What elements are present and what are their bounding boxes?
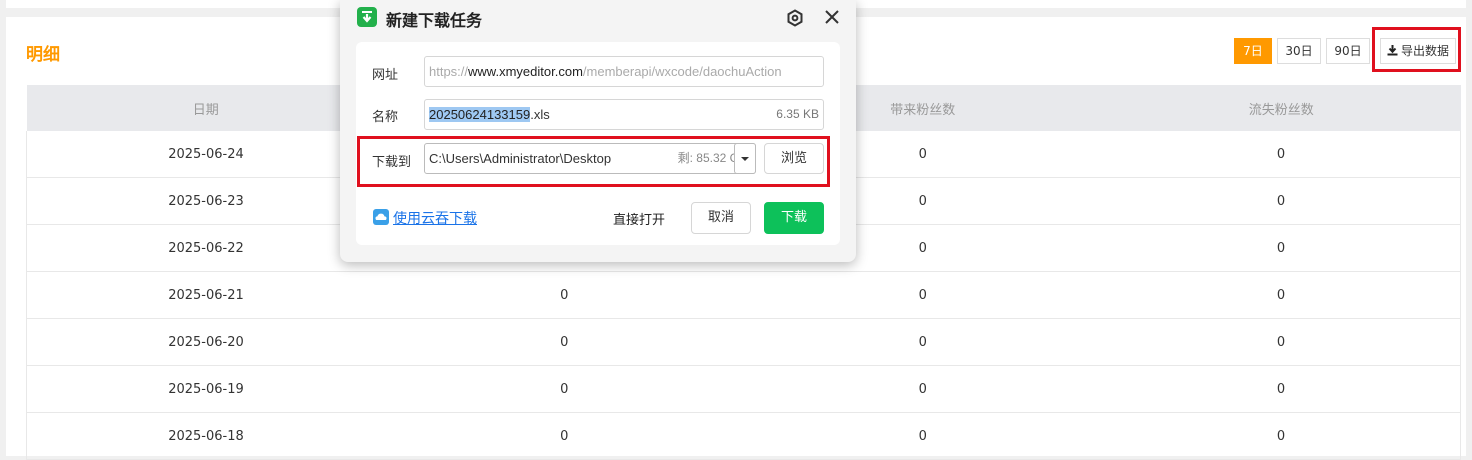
header-fans-lost: 流失粉丝数 bbox=[1102, 85, 1461, 131]
open-directly-button[interactable]: 直接打开 bbox=[613, 209, 665, 228]
settings-gear-icon[interactable] bbox=[786, 9, 804, 27]
value-cell: 0 bbox=[1102, 365, 1461, 413]
value-cell: 0 bbox=[385, 318, 744, 366]
range-7-days-button[interactable]: 7日 bbox=[1234, 38, 1272, 64]
export-label: 导出数据 bbox=[1400, 44, 1449, 58]
url-field[interactable]: https://www.xmyeditor.com/memberapi/wxco… bbox=[424, 56, 824, 87]
browse-button[interactable]: 浏览 bbox=[764, 143, 824, 174]
value-cell: 0 bbox=[1102, 177, 1461, 225]
value-cell: 0 bbox=[1102, 131, 1461, 178]
table-row: 2025-06-18 0 0 0 bbox=[26, 412, 1461, 460]
table-row: 2025-06-21 0 0 0 bbox=[26, 271, 1461, 319]
save-to-label: 下载到 bbox=[372, 155, 412, 170]
date-cell: 2025-06-21 bbox=[26, 271, 385, 319]
value-cell: 0 bbox=[1102, 271, 1461, 319]
date-cell: 2025-06-23 bbox=[26, 177, 385, 225]
download-icon bbox=[1387, 45, 1398, 56]
url-prefix: https:// bbox=[429, 64, 469, 79]
filename-selected-text: 20250624133159 bbox=[429, 107, 531, 122]
url-label: 网址 bbox=[372, 68, 399, 83]
cloud-download-link[interactable]: 使用云吞下载 bbox=[393, 208, 477, 228]
section-title: 明细 bbox=[26, 45, 60, 65]
value-cell: 0 bbox=[1102, 412, 1461, 460]
cancel-button[interactable]: 取消 bbox=[691, 202, 751, 234]
range-30-days-button[interactable]: 30日 bbox=[1277, 38, 1321, 64]
date-cell: 2025-06-18 bbox=[26, 412, 385, 460]
export-data-button[interactable]: 导出数据 bbox=[1380, 38, 1456, 64]
dialog-title: 新建下载任务 bbox=[386, 11, 483, 30]
date-cell: 2025-06-19 bbox=[26, 365, 385, 413]
url-path: /memberapi/wxcode/daochuAction bbox=[582, 64, 782, 79]
table-row: 2025-06-19 0 0 0 bbox=[26, 365, 1461, 413]
chevron-down-icon bbox=[741, 157, 749, 161]
save-path-dropdown-button[interactable] bbox=[734, 143, 756, 174]
dialog-body: 网址 https://www.xmyeditor.com/memberapi/w… bbox=[356, 42, 840, 245]
value-cell: 0 bbox=[743, 412, 1102, 460]
download-button[interactable]: 下载 bbox=[764, 202, 824, 234]
filename-input[interactable]: 20250624133159.xls 6.35 KB bbox=[424, 99, 824, 130]
save-path-select[interactable]: C:\Users\Administrator\Desktop 剩: 85.32 … bbox=[424, 143, 756, 174]
value-cell: 0 bbox=[385, 412, 744, 460]
table-row: 2025-06-20 0 0 0 bbox=[26, 318, 1461, 366]
date-cell: 2025-06-22 bbox=[26, 224, 385, 272]
date-cell: 2025-06-24 bbox=[26, 131, 385, 178]
value-cell: 0 bbox=[743, 271, 1102, 319]
date-cell: 2025-06-20 bbox=[26, 318, 385, 366]
value-cell: 0 bbox=[1102, 318, 1461, 366]
value-cell: 0 bbox=[743, 318, 1102, 366]
value-cell: 0 bbox=[1102, 224, 1461, 272]
header-date: 日期 bbox=[26, 85, 385, 131]
file-size: 6.35 KB bbox=[776, 107, 819, 121]
range-90-days-button[interactable]: 90日 bbox=[1326, 38, 1370, 64]
value-cell: 0 bbox=[385, 271, 744, 319]
download-manager-icon bbox=[357, 7, 377, 27]
filename-extension: .xls bbox=[530, 107, 550, 122]
value-cell: 0 bbox=[743, 365, 1102, 413]
new-download-dialog: 新建下载任务 网址 https://www.xmyeditor.com/memb… bbox=[340, 0, 856, 262]
save-path: C:\Users\Administrator\Desktop bbox=[429, 151, 612, 166]
url-host: www.xmyeditor.com bbox=[468, 64, 583, 79]
close-icon[interactable] bbox=[824, 9, 840, 25]
cloud-icon bbox=[373, 209, 389, 225]
value-cell: 0 bbox=[385, 365, 744, 413]
name-label: 名称 bbox=[372, 110, 399, 125]
